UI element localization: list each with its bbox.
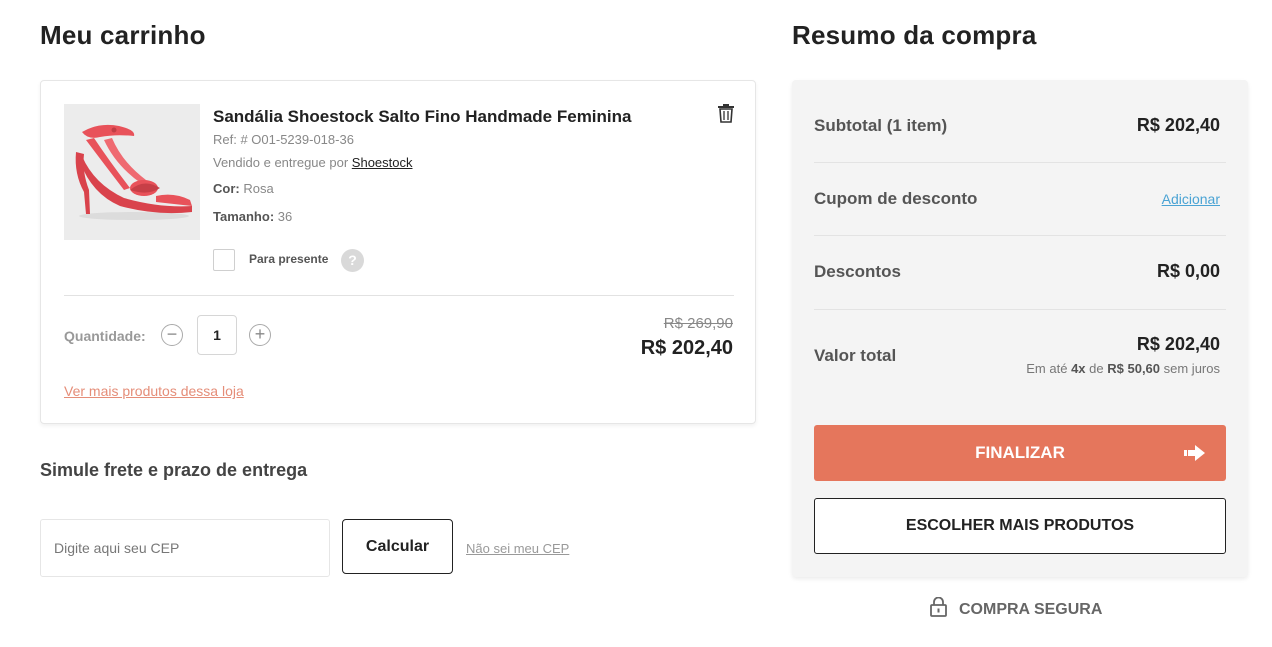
sandal-illustration <box>64 104 200 240</box>
help-icon[interactable]: ? <box>341 249 364 272</box>
decrement-button[interactable]: − <box>161 324 183 346</box>
gift-label: Para presente <box>249 252 329 266</box>
product-name[interactable]: Sandália Shoestock Salto Fino Handmade F… <box>213 107 631 127</box>
trash-icon[interactable] <box>717 103 735 123</box>
installments: Em até 4x de R$ 50,60 sem juros <box>1026 361 1220 376</box>
size-line: Tamanho: 36 <box>213 209 292 224</box>
seller-link[interactable]: Shoestock <box>352 155 413 170</box>
installments-count: 4x <box>1071 361 1086 376</box>
installments-mid: de <box>1089 361 1104 376</box>
divider <box>64 295 734 296</box>
cart-item-card: Sandália Shoestock Salto Fino Handmade F… <box>40 80 756 424</box>
subtotal-label: Subtotal (1 item) <box>814 116 948 135</box>
finish-button[interactable]: FINALIZAR <box>814 425 1226 481</box>
lock-icon <box>930 596 947 617</box>
discount-label: Descontos <box>814 262 901 281</box>
current-price: R$ 202,40 <box>640 337 733 359</box>
coupon-label: Cupom de desconto <box>814 189 978 208</box>
arrow-right-icon <box>1184 445 1205 461</box>
summary-title: Resumo da compra <box>792 20 1037 50</box>
calculate-button[interactable]: Calcular <box>342 519 453 574</box>
secure-label: COMPRA SEGURA <box>959 601 1103 618</box>
increment-button[interactable]: + <box>249 324 271 346</box>
color-value: Rosa <box>243 181 274 196</box>
installments-prefix: Em até <box>1026 361 1068 376</box>
quantity-label: Quantidade: <box>64 328 146 344</box>
color-line: Cor: Rosa <box>213 181 274 196</box>
old-price: R$ 269,90 <box>663 315 733 332</box>
divider <box>814 235 1226 236</box>
finish-button-label: FINALIZAR <box>975 443 1065 462</box>
shipping-title: Simule frete e prazo de entrega <box>40 460 308 480</box>
total-value: R$ 202,40 <box>1136 334 1220 354</box>
unknown-cep-link[interactable]: Não sei meu CEP <box>466 541 569 556</box>
product-image[interactable] <box>64 104 200 240</box>
product-ref: Ref: # O01-5239-018-36 <box>213 132 354 147</box>
total-label: Valor total <box>814 346 897 365</box>
size-label: Tamanho: <box>213 209 275 224</box>
quantity-input[interactable]: 1 <box>197 315 237 355</box>
more-products-link[interactable]: Ver mais produtos dessa loja <box>64 383 244 399</box>
seller-line: Vendido e entregue por Shoestock <box>213 155 413 170</box>
order-summary: Subtotal (1 item) R$ 202,40 Cupom de des… <box>792 80 1248 577</box>
color-label: Cor: <box>213 181 240 196</box>
size-value: 36 <box>277 209 293 224</box>
choose-more-products-button[interactable]: ESCOLHER MAIS PRODUTOS <box>814 498 1226 554</box>
subtotal-value: R$ 202,40 <box>1136 115 1220 135</box>
installments-suffix: sem juros <box>1163 361 1220 376</box>
add-coupon-link[interactable]: Adicionar <box>1162 191 1220 207</box>
cep-input[interactable]: Digite aqui seu CEP <box>40 519 330 577</box>
secure-purchase: COMPRA SEGURA <box>930 596 1103 619</box>
discount-value: R$ 0,00 <box>1156 261 1220 281</box>
cart-title: Meu carrinho <box>40 20 206 50</box>
installments-value: R$ 50,60 <box>1107 361 1161 376</box>
seller-prefix: Vendido e entregue por <box>213 155 349 170</box>
gift-checkbox[interactable] <box>213 249 235 271</box>
divider <box>814 162 1226 163</box>
divider <box>814 309 1226 310</box>
